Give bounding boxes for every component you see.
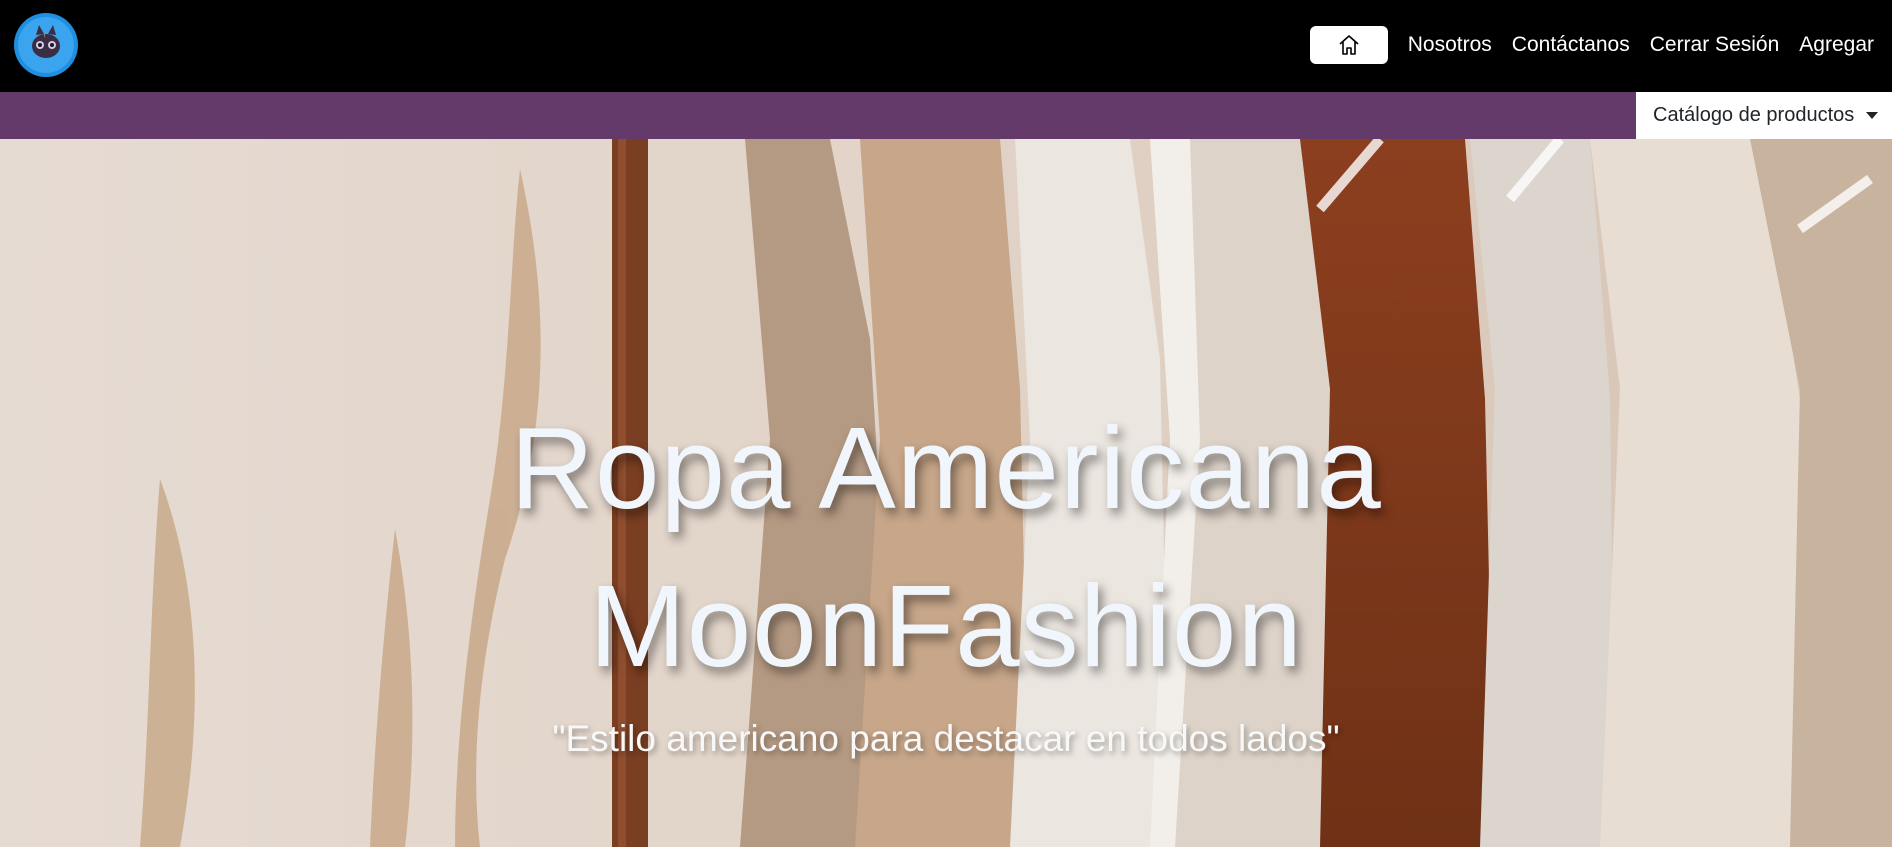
category-bar: Catálogo de productos (0, 92, 1892, 139)
caret-down-icon (1866, 112, 1878, 119)
catalog-dropdown-label: Catálogo de productos (1653, 104, 1855, 126)
nav-menu: Nosotros Contáctanos Cerrar Sesión Agreg… (1309, 24, 1874, 66)
top-navbar: Nosotros Contáctanos Cerrar Sesión Agreg… (0, 0, 1892, 92)
hero-title-line1: Ropa Americana (510, 403, 1382, 533)
hero-title: Ropa Americana MoonFashion (0, 389, 1892, 705)
home-icon (1339, 35, 1359, 55)
catalog-dropdown[interactable]: Catálogo de productos (1636, 92, 1892, 139)
hero-banner: Ropa Americana MoonFashion "Estilo ameri… (0, 139, 1892, 847)
hero-title-line2: MoonFashion (589, 561, 1303, 691)
nav-link-cerrar-sesion[interactable]: Cerrar Sesión (1650, 33, 1780, 57)
moon-cat-logo-icon (14, 13, 78, 77)
brand-logo[interactable] (14, 13, 78, 77)
nav-link-agregar[interactable]: Agregar (1799, 33, 1874, 57)
nav-link-contactanos[interactable]: Contáctanos (1512, 33, 1630, 57)
hero-subtitle: "Estilo americano para destacar en todos… (552, 718, 1340, 759)
home-button[interactable] (1309, 26, 1388, 64)
nav-link-nosotros[interactable]: Nosotros (1408, 33, 1492, 57)
